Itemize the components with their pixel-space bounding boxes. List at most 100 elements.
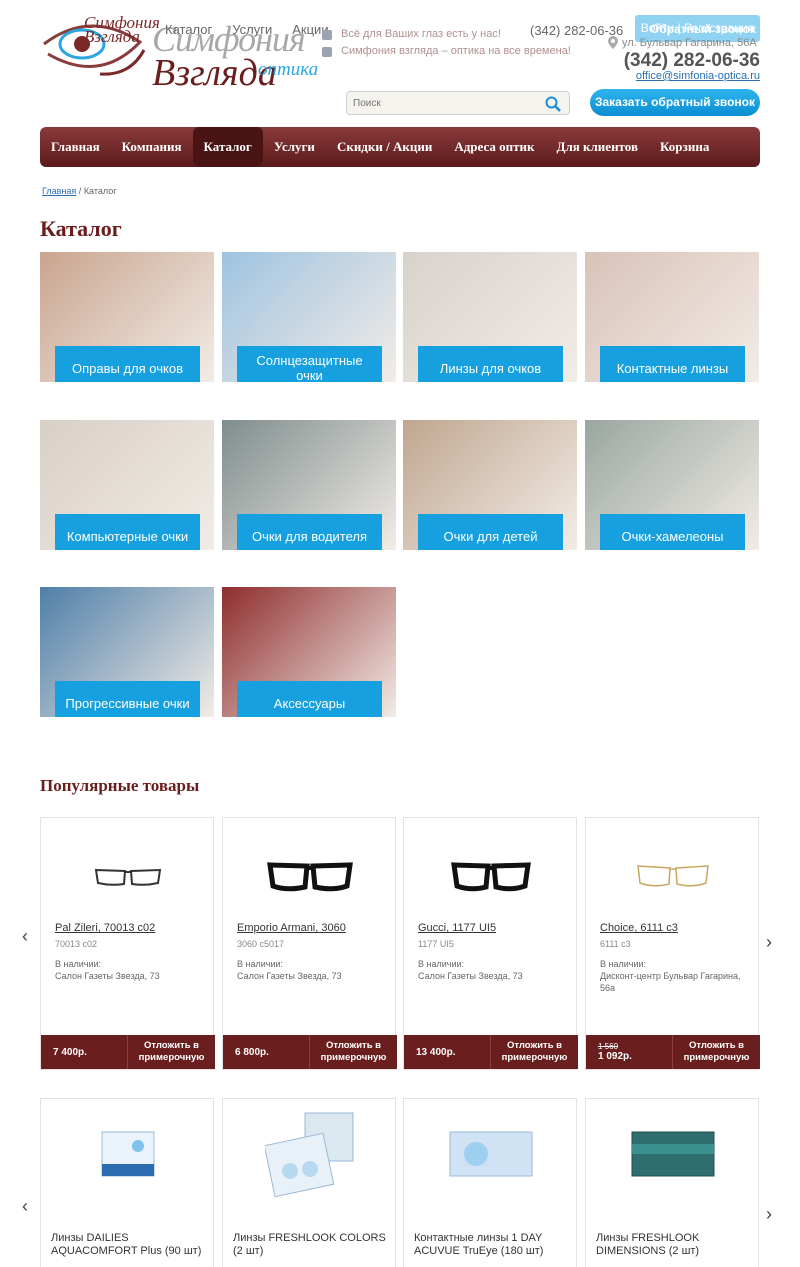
category-driver-glasses[interactable]: Очки для водителя	[222, 420, 396, 550]
logo-small-text: Симфония Взгляда	[84, 13, 160, 46]
search-icon[interactable]	[545, 96, 561, 112]
site-header: Симфония Взгляда Симфония Взгляда оптика …	[0, 0, 800, 125]
location-pin-icon	[608, 36, 618, 49]
category-label[interactable]: Солнцезащитные очки	[237, 346, 382, 382]
carousel-prev-arrow-icon[interactable]: ‹	[22, 1196, 28, 1217]
category-accessories[interactable]: Аксессуары	[222, 587, 396, 717]
lens-card[interactable]: Линзы FRESHLOOK DIMENSIONS (2 шт)	[585, 1098, 759, 1267]
category-label[interactable]: Оправы для очков	[55, 346, 200, 382]
product-code: 6111 c3	[600, 939, 631, 949]
category-label[interactable]: Очки для водителя	[237, 514, 382, 550]
product-card[interactable]: Pal Zileri, 70013 c02 70013 c02 В наличи…	[40, 817, 215, 1070]
product-card[interactable]: Choice, 6111 c3 6111 c3 В наличии: Дискон…	[585, 817, 760, 1070]
category-label[interactable]: Линзы для очков	[418, 346, 563, 382]
nav-company[interactable]: Компания	[111, 127, 193, 167]
instagram-icon[interactable]	[322, 46, 332, 57]
product-name[interactable]: Линзы DAILIES AQUACOMFORT Plus (90 шт)	[51, 1232, 206, 1258]
product-card[interactable]: Gucci, 1177 UI5 1177 UI5 В наличии: Салон…	[403, 817, 578, 1070]
lens-card[interactable]: Линзы DAILIES AQUACOMFORT Plus (90 шт)	[40, 1098, 214, 1267]
product-image[interactable]	[404, 1099, 578, 1209]
category-label[interactable]: Очки-хамелеоны	[600, 514, 745, 550]
breadcrumb: Главная / Каталог	[42, 186, 117, 196]
nav-home[interactable]: Главная	[40, 127, 111, 167]
category-label[interactable]: Контактные линзы	[600, 346, 745, 382]
product-price: 6 800р.	[235, 1046, 269, 1058]
category-label[interactable]: Очки для детей	[418, 514, 563, 550]
logo-optika: оптика	[258, 59, 319, 80]
reserve-button[interactable]: Отложить в примерочную	[672, 1035, 760, 1069]
breadcrumb-current: Каталог	[83, 186, 117, 196]
product-code: 1177 UI5	[418, 939, 454, 949]
glasses-frame-icon	[637, 865, 709, 887]
reserve-button[interactable]: Отложить в примерочную	[309, 1035, 397, 1069]
search-box	[346, 91, 570, 115]
product-price: 13 400р.	[416, 1046, 456, 1058]
product-action-bar: 6 800р. Отложить в примерочную	[223, 1035, 397, 1069]
email-link[interactable]: office@simfonia-optica.ru	[636, 70, 760, 82]
address: ул. Бульвар Гагарина, 56А	[608, 36, 757, 49]
topnav-catalog[interactable]: Каталог	[165, 22, 212, 37]
product-action-bar: 13 400р. Отложить в примерочную	[404, 1035, 578, 1069]
reserve-button[interactable]: Отложить в примерочную	[490, 1035, 578, 1069]
phone-main[interactable]: (342) 282-06-36	[624, 50, 760, 72]
breadcrumb-home[interactable]: Главная	[42, 186, 76, 196]
nav-cart[interactable]: Корзина	[649, 127, 720, 167]
nav-clients[interactable]: Для клиентов	[546, 127, 649, 167]
callback-button[interactable]: Заказать обратный звонок	[590, 89, 760, 116]
product-action-bar: 7 400р. Отложить в примерочную	[41, 1035, 215, 1069]
product-name[interactable]: Choice, 6111 c3	[600, 922, 678, 934]
carousel-prev-arrow-icon[interactable]: ‹	[22, 926, 28, 947]
glasses-frame-icon	[451, 862, 531, 892]
category-label[interactable]: Компьютерные очки	[55, 514, 200, 550]
category-kids-glasses[interactable]: Очки для детей	[403, 420, 577, 550]
old-price: 1 560	[598, 1042, 619, 1051]
glasses-frame-icon	[94, 868, 162, 886]
product-image[interactable]	[586, 1099, 760, 1209]
product-name[interactable]: Линзы FRESHLOOK COLORS (2 шт)	[233, 1232, 388, 1258]
category-label[interactable]: Аксессуары	[237, 681, 382, 717]
product-name[interactable]: Pal Zileri, 70013 c02	[55, 922, 155, 934]
product-name[interactable]: Gucci, 1177 UI5	[418, 922, 496, 934]
lens-box-icon	[265, 1112, 354, 1198]
carousel-next-arrow-icon[interactable]: ›	[766, 1204, 772, 1225]
category-contact-lenses[interactable]: Контактные линзы	[585, 252, 759, 382]
product-name[interactable]: Emporio Armani, 3060	[237, 922, 346, 934]
product-card[interactable]: Emporio Armani, 3060 3060 c5017 В наличи…	[222, 817, 397, 1070]
product-stock: В наличии: Салон Газеты Звезда, 73	[237, 959, 342, 981]
category-computer-glasses[interactable]: Компьютерные очки	[40, 420, 214, 550]
product-code: 70013 c02	[55, 939, 98, 949]
product-image[interactable]	[223, 1099, 397, 1209]
product-code: 3060 c5017	[237, 939, 285, 949]
category-frames[interactable]: Оправы для очков	[40, 252, 214, 382]
search-input[interactable]	[347, 92, 537, 114]
product-image[interactable]	[404, 832, 578, 922]
nav-discounts[interactable]: Скидки / Акции	[326, 127, 443, 167]
carousel-next-arrow-icon[interactable]: ›	[766, 932, 772, 953]
category-label[interactable]: Прогрессивные очки	[55, 681, 200, 717]
product-image[interactable]	[586, 832, 760, 922]
product-name[interactable]: Контактные линзы 1 DAY ACUVUE TruEye (18…	[414, 1232, 569, 1258]
vk-icon[interactable]	[322, 29, 332, 40]
category-photochromic[interactable]: Очки-хамелеоны	[585, 420, 759, 550]
product-image[interactable]	[223, 832, 397, 922]
category-sunglasses[interactable]: Солнцезащитные очки	[222, 252, 396, 382]
lens-card[interactable]: Контактные линзы 1 DAY ACUVUE TruEye (18…	[403, 1098, 577, 1267]
product-image[interactable]	[41, 1099, 215, 1209]
main-nav: Главная Компания Каталог Услуги Скидки /…	[40, 127, 760, 167]
reserve-button[interactable]: Отложить в примерочную	[127, 1035, 215, 1069]
product-stock: В наличии: Дисконт-центр Бульвар Гагарина…	[600, 959, 741, 993]
topnav-services[interactable]: Услуги	[232, 22, 272, 37]
lens-card[interactable]: Линзы FRESHLOOK COLORS (2 шт)	[222, 1098, 396, 1267]
nav-addresses[interactable]: Адреса оптик	[443, 127, 545, 167]
nav-catalog[interactable]: Каталог	[192, 127, 263, 167]
product-stock: В наличии: Салон Газеты Звезда, 73	[55, 959, 160, 981]
product-image[interactable]	[41, 832, 215, 922]
product-stock: В наличии: Салон Газеты Звезда, 73	[418, 959, 523, 981]
product-action-bar: 1 560 1 092р. Отложить в примерочную	[586, 1035, 760, 1069]
category-progressive[interactable]: Прогрессивные очки	[40, 587, 214, 717]
lens-box-icon	[631, 1131, 715, 1177]
product-name[interactable]: Линзы FRESHLOOK DIMENSIONS (2 шт)	[596, 1232, 751, 1258]
nav-services[interactable]: Услуги	[263, 127, 326, 167]
callback-overlay-label[interactable]: Обратный звонок	[650, 22, 756, 36]
category-spectacle-lenses[interactable]: Линзы для очков	[403, 252, 577, 382]
